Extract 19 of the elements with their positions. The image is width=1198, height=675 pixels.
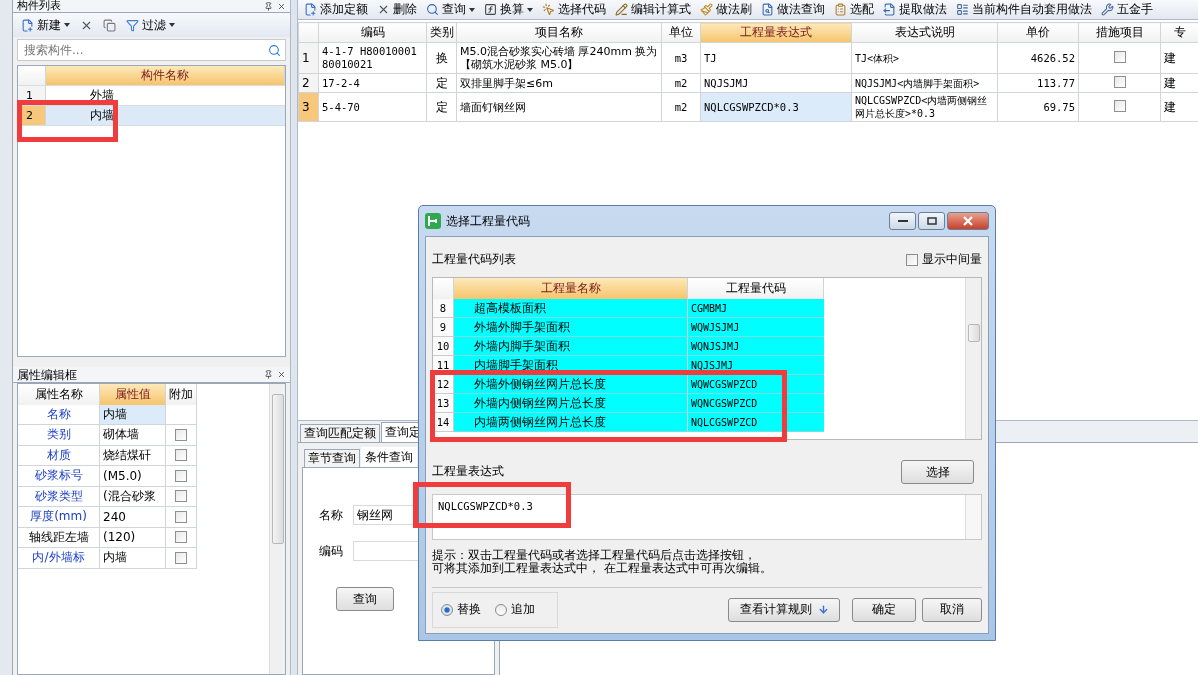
table-cell: 4626.52 xyxy=(997,42,1079,74)
table-cell: 69.75 xyxy=(997,92,1079,122)
table-cell: TJ<体积> xyxy=(851,42,998,74)
row-number: 1 xyxy=(298,42,319,74)
field-label: 编码 xyxy=(319,542,343,560)
hint-text: 提示：双击工程量代码或者选择工程量代码后点击选择按钮， 可将其添加到工程量表达式中， 在工程量表达式中可再次编辑。 xyxy=(432,549,773,575)
list-label: 工程量代码列表 xyxy=(432,251,516,268)
field-label: 工程量表达式 xyxy=(432,463,504,480)
table-cell: NQLCGSWPZCD<内墙两侧钢丝网片总长度>*0.3 xyxy=(851,92,998,122)
panel-title: 属性编辑框 xyxy=(17,368,77,381)
dialog-title: 选择工程量代码 xyxy=(446,212,530,230)
table-cell: M5.0混合砂浆实心砖墙 厚240mm 换为【砌筑水泥砂浆 M5.0】 xyxy=(456,42,662,74)
row-number: 3 xyxy=(298,92,319,122)
panel-title: 构件列表 xyxy=(17,0,61,12)
table-cell: 5-4-70 xyxy=(318,92,427,122)
table-cell: 4-1-7 H80010001 80010021 xyxy=(318,42,427,74)
field-label: 名称 xyxy=(319,506,343,524)
table-cell: 内墙 xyxy=(46,106,285,125)
table-cell: 墙面钉钢丝网 xyxy=(456,92,662,122)
